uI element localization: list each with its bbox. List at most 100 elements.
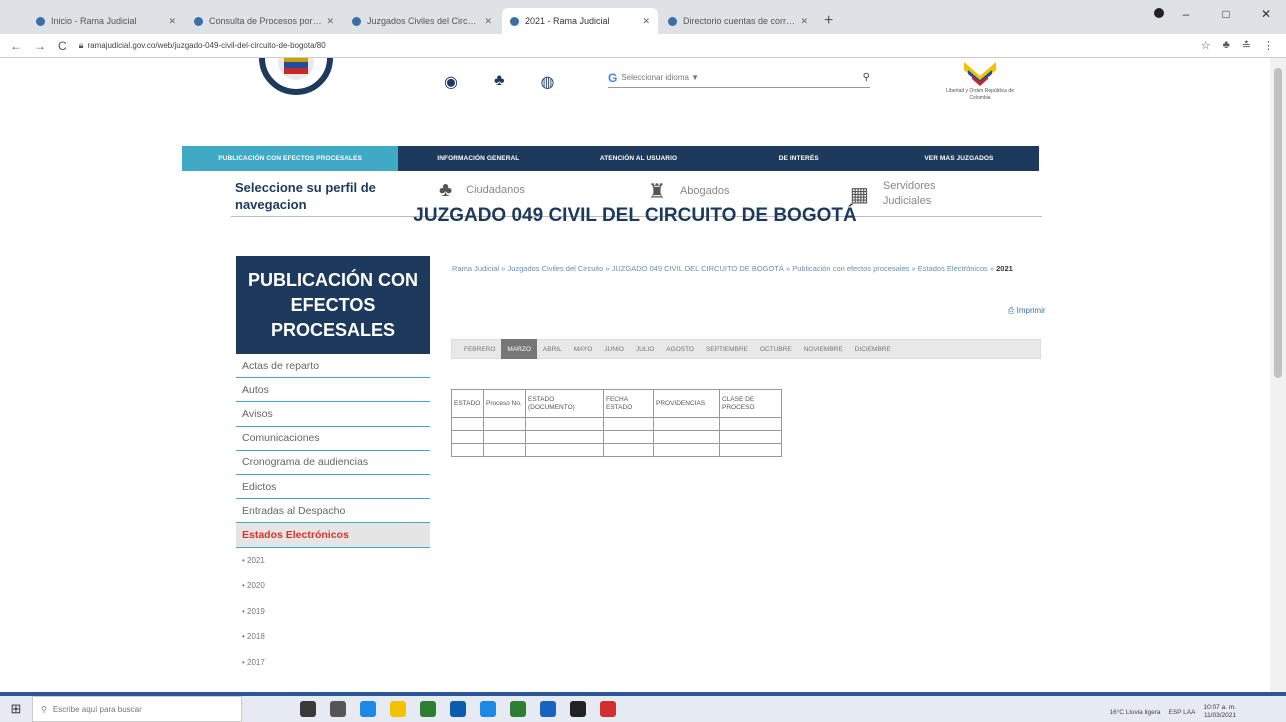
tab-close-icon[interactable]: ✕ — [168, 16, 176, 27]
tab-close-icon[interactable]: ✕ — [326, 16, 334, 27]
colombia-government-logo[interactable]: Libertad y Orden República de Colombia — [940, 58, 1020, 106]
taskbar-app-icon[interactable] — [360, 701, 376, 717]
bookmark-star-icon[interactable]: ☆ — [1201, 39, 1211, 52]
month-tab[interactable]: NOVIEMBRE — [798, 339, 849, 359]
taskbar-app-icon[interactable] — [450, 701, 466, 717]
print-link[interactable]: ⎙ Imprimir — [1008, 306, 1046, 316]
search-icon: ⚲ — [41, 704, 47, 714]
maximize-button[interactable]: □ — [1206, 0, 1246, 28]
language-indicator[interactable]: ESP LAA — [1168, 709, 1195, 716]
weather-status[interactable]: 16°C Lluvia ligera — [1109, 709, 1160, 716]
language-select[interactable]: Seleccionar idioma ▼ — [621, 73, 699, 82]
year-list: • 2021 • 2020 • 2019 • 2018 • 2017 — [236, 548, 430, 676]
month-tab[interactable]: JUNIO — [598, 339, 630, 359]
nav-ver-mas-juzgados[interactable]: VER MAS JUZGADOS — [879, 146, 1039, 171]
table-cell — [525, 430, 604, 444]
taskbar-app-icon[interactable] — [570, 701, 586, 717]
month-tab[interactable]: SEPTIEMBRE — [700, 339, 754, 359]
lock-icon[interactable]: 🔒︎ — [79, 40, 84, 51]
taskbar-app-icon[interactable] — [300, 701, 316, 717]
nav-de-interes[interactable]: DE INTERÉS — [719, 146, 879, 171]
nav-atencion-usuario[interactable]: ATENCIÓN AL USUARIO — [558, 146, 718, 171]
browser-tab-label: Juzgados Civiles del Circuito — [367, 16, 481, 26]
sidebar-item[interactable]: Actas de reparto — [236, 354, 430, 379]
tab-close-icon[interactable]: ✕ — [484, 16, 492, 27]
month-tab[interactable]: OCTUBRE — [754, 339, 798, 359]
clock-time: 10:07 a. m. — [1203, 704, 1236, 711]
year-link[interactable]: • 2019 — [236, 599, 430, 625]
breadcrumb-path[interactable]: Rama Judicial » Juzgados Civiles del Cir… — [452, 264, 994, 273]
sidebar-item[interactable]: Autos — [236, 378, 430, 403]
translate-widget[interactable]: G Seleccionar idioma ▼ ⚲ — [608, 68, 870, 88]
search-icon[interactable]: ⚲ — [863, 72, 870, 83]
taskbar-app-icon[interactable] — [390, 701, 406, 717]
sidebar-item[interactable]: Comunicaciones — [236, 427, 430, 451]
month-tab[interactable]: AGOSTO — [660, 339, 700, 359]
account-icon[interactable]: ≛ — [1242, 39, 1251, 52]
browser-tab[interactable]: Consulta de Procesos por Núm ✕ — [186, 8, 342, 34]
taskbar-app-icon[interactable] — [480, 701, 496, 717]
column-header: ESTADO — [451, 389, 484, 418]
month-tab[interactable]: MARZO — [501, 339, 537, 359]
browser-tab[interactable]: Inicio - Rama Judicial ✕ — [28, 8, 184, 34]
table-cell — [483, 417, 526, 431]
start-button[interactable]: ⊞ — [0, 701, 32, 717]
profile-ciudadanos-label: Ciudadanos — [466, 184, 525, 196]
tab-close-icon[interactable]: ✕ — [642, 16, 650, 27]
browser-tab[interactable]: Directorio cuentas de correo el ✕ — [660, 8, 816, 34]
taskbar-app-icon[interactable] — [600, 701, 616, 717]
close-window-button[interactable]: ✕ — [1246, 0, 1286, 28]
year-link[interactable]: • 2020 — [236, 573, 430, 599]
new-tab-button[interactable]: + — [824, 12, 833, 30]
taskbar-search[interactable]: ⚲ Escribe aquí para buscar — [32, 696, 242, 722]
profile-ciudadanos[interactable]: ♣ Ciudadanos — [439, 179, 525, 202]
month-tab[interactable]: DICIEMBRE — [849, 339, 897, 359]
browser-tab[interactable]: Juzgados Civiles del Circuito ✕ — [344, 8, 500, 34]
browser-tab[interactable]: 2021 - Rama Judicial ✕ — [502, 8, 658, 34]
extension-icon[interactable]: ♣ — [1223, 39, 1230, 52]
table-cell — [483, 443, 526, 457]
reload-button[interactable]: C — [58, 39, 67, 53]
nav-informacion-general[interactable]: INFORMACIÓN GENERAL — [398, 146, 558, 171]
profile-abogados-label: Abogados — [679, 185, 730, 197]
taskbar-app-icon[interactable] — [420, 701, 436, 717]
table-cell — [451, 443, 484, 457]
url-field[interactable]: ramajudicial.gov.co/web/juzgado-049-civi… — [87, 41, 325, 50]
breadcrumb: Rama Judicial » Juzgados Civiles del Cir… — [452, 263, 1052, 274]
rama-judicial-seal-logo[interactable] — [256, 58, 336, 106]
sidebar-item[interactable]: Cronograma de audiencias — [236, 451, 430, 475]
month-tab[interactable]: FEBRERO — [458, 339, 501, 359]
profile-icon[interactable] — [1154, 8, 1164, 18]
profile-abogados[interactable]: ♜ Abogados — [648, 179, 729, 204]
sidebar-item[interactable]: Estados Electrónicos — [236, 523, 430, 548]
page-scrollbar[interactable] — [1270, 58, 1286, 692]
estados-table: ESTADO Proceso No. ESTADO (DOCUMENTO) FECHA… — [451, 389, 782, 457]
taskbar-app-icon[interactable] — [330, 701, 346, 717]
sidebar-item[interactable]: Edictos — [236, 475, 430, 500]
table-body — [451, 417, 782, 457]
scrollbar-thumb[interactable] — [1274, 68, 1282, 378]
month-tab[interactable]: JULIO — [630, 339, 660, 359]
user-icon[interactable]: ◍ — [540, 72, 554, 92]
back-button[interactable]: ← — [10, 39, 22, 53]
year-link[interactable]: • 2018 — [236, 624, 430, 650]
month-tab[interactable]: ABRIL — [537, 339, 568, 359]
sidebar-item[interactable]: Entradas al Despacho — [236, 499, 430, 524]
nav-publicacion[interactable]: PUBLICACIÓN CON EFECTOS PROCESALES — [182, 146, 399, 171]
sidebar-item[interactable]: Avisos — [236, 402, 430, 427]
browser-tab-label: Inicio - Rama Judicial — [51, 16, 137, 26]
forward-button[interactable]: → — [34, 39, 46, 53]
accessibility-eye-icon[interactable]: ◉ — [444, 72, 458, 92]
year-link[interactable]: • 2017 — [236, 650, 430, 676]
year-link[interactable]: • 2021 — [236, 548, 430, 574]
month-tab[interactable]: MAYO — [568, 339, 599, 359]
tab-close-icon[interactable]: ✕ — [800, 16, 808, 27]
sidebar-menu: Actas de reparto Autos Avisos Comunicacione… — [236, 354, 430, 548]
taskbar-app-icon[interactable] — [540, 701, 556, 717]
system-tray: 16°C Lluvia ligera ESP LAA 10:07 a. m. 1… — [1109, 704, 1236, 720]
clock[interactable]: 10:07 a. m. 11/03/2021 — [1203, 704, 1236, 720]
sitemap-icon[interactable]: ♣ — [494, 72, 505, 92]
browser-menu-icon[interactable]: ⋮ — [1263, 39, 1274, 52]
taskbar-app-icon[interactable] — [510, 701, 526, 717]
minimize-button[interactable]: – — [1166, 0, 1206, 28]
